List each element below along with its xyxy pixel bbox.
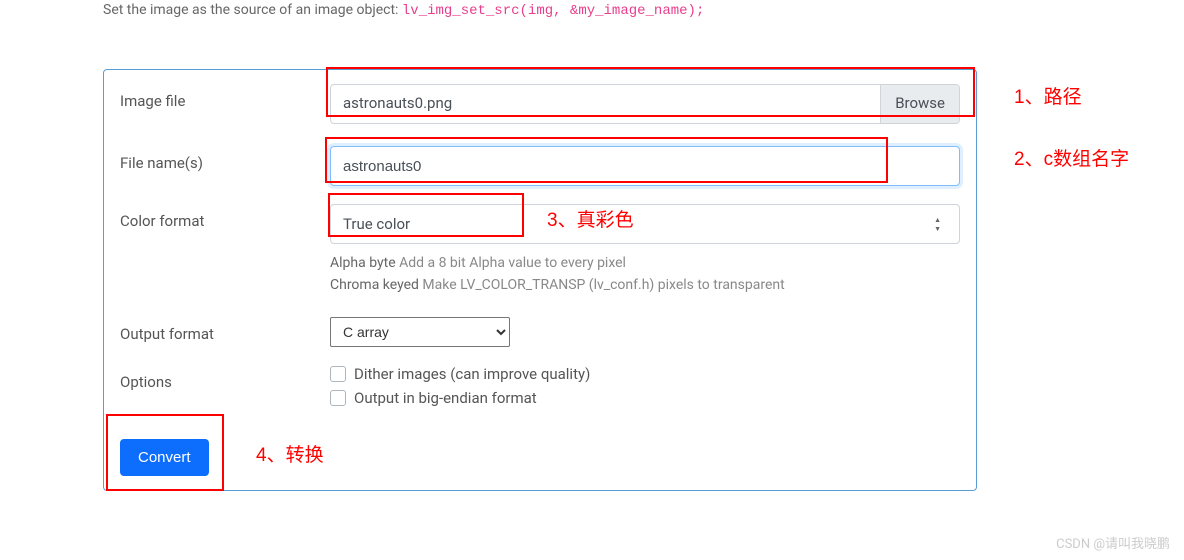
option-bigendian-row: Output in big-endian format: [330, 389, 960, 407]
browse-button[interactable]: Browse: [880, 85, 959, 123]
bigendian-label: Output in big-endian format: [354, 389, 537, 407]
sort-icon: [934, 216, 941, 233]
file-name-input[interactable]: [330, 146, 960, 186]
label-options: Options: [120, 365, 330, 391]
instruction-prefix: Set the image as the source of an image …: [103, 2, 402, 18]
instruction-text: Set the image as the source of an image …: [103, 2, 704, 19]
row-file-names: File name(s): [104, 146, 976, 186]
annotation-1: 1、路径: [1014, 82, 1082, 109]
row-image-file: Image file astronauts0.png Browse: [104, 84, 976, 124]
label-color-format: Color format: [120, 204, 330, 230]
row-output-format: Output format C array: [104, 317, 976, 347]
output-format-select[interactable]: C array: [330, 317, 510, 347]
form-panel: Image file astronauts0.png Browse File n…: [103, 69, 977, 491]
watermark: CSDN @请叫我晓鹏: [1056, 533, 1170, 552]
instruction-code: lv_img_set_src(img, &my_image_name);: [402, 3, 704, 19]
color-format-helper: Alpha byte Add a 8 bit Alpha value to ev…: [330, 252, 960, 297]
row-color-format: Color format True color Alpha byte Add a…: [104, 204, 976, 297]
image-file-input[interactable]: astronauts0.png Browse: [330, 84, 960, 124]
dither-checkbox[interactable]: [330, 366, 346, 382]
annotation-2: 2、c数组名字: [1014, 144, 1129, 171]
option-dither-row: Dither images (can improve quality): [330, 365, 960, 383]
color-format-select[interactable]: True color: [330, 204, 960, 244]
label-output-format: Output format: [120, 321, 330, 343]
bigendian-checkbox[interactable]: [330, 390, 346, 406]
annotation-4: 4、转换: [256, 440, 324, 467]
label-file-names: File name(s): [120, 146, 330, 172]
annotation-3: 3、真彩色: [547, 205, 634, 232]
color-format-value: True color: [343, 215, 410, 233]
dither-label: Dither images (can improve quality): [354, 365, 590, 383]
row-options: Options Dither images (can improve quali…: [104, 365, 976, 413]
label-image-file: Image file: [120, 84, 330, 110]
image-file-value: astronauts0.png: [331, 85, 880, 123]
convert-button[interactable]: Convert: [120, 439, 209, 476]
